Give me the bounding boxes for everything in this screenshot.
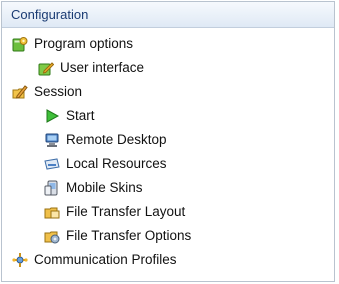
tree-item-file-transfer-layout[interactable]: File Transfer Layout [44,201,185,223]
tree-item-start[interactable]: Start [44,105,95,127]
pencil-folder-icon [12,84,28,100]
network-icon [12,252,28,268]
tree-item-remote-desktop[interactable]: Remote Desktop [44,129,167,151]
monitor-icon [44,132,60,148]
tree-item-label: Session [34,84,83,99]
tree-item-label: Communication Profiles [34,252,177,267]
tree-item-label: Mobile Skins [66,180,143,195]
tree-item-file-transfer-options[interactable]: File Transfer Options [44,225,191,247]
tree-item-program-options[interactable]: Program options [12,33,133,55]
file-options-icon [44,228,60,244]
tree-item-label: File Transfer Layout [66,204,186,219]
tree-item-label: Local Resources [66,156,167,171]
tree-item-communication-profiles[interactable]: Communication Profiles [12,249,177,271]
tree-item-label: Start [66,108,95,123]
file-layout-icon [44,204,60,220]
tree-item-mobile-skins[interactable]: Mobile Skins [44,177,143,199]
configuration-panel: Configuration Program options User inter… [1,1,335,282]
tree-item-user-interface[interactable]: User interface [38,57,144,79]
tree-item-label: Remote Desktop [66,132,167,147]
mobile-device-icon [44,180,60,196]
tree-item-label: File Transfer Options [66,228,192,243]
tree-item-local-resources[interactable]: Local Resources [44,153,167,175]
tree-item-label: Program options [34,36,134,51]
drive-icon [44,156,60,172]
pencil-book-icon [38,60,54,76]
tree-item-label: User interface [60,60,145,75]
book-gear-icon [12,36,28,52]
tree-item-session[interactable]: Session [12,81,82,103]
panel-title: Configuration [2,2,334,28]
play-icon [44,108,60,124]
